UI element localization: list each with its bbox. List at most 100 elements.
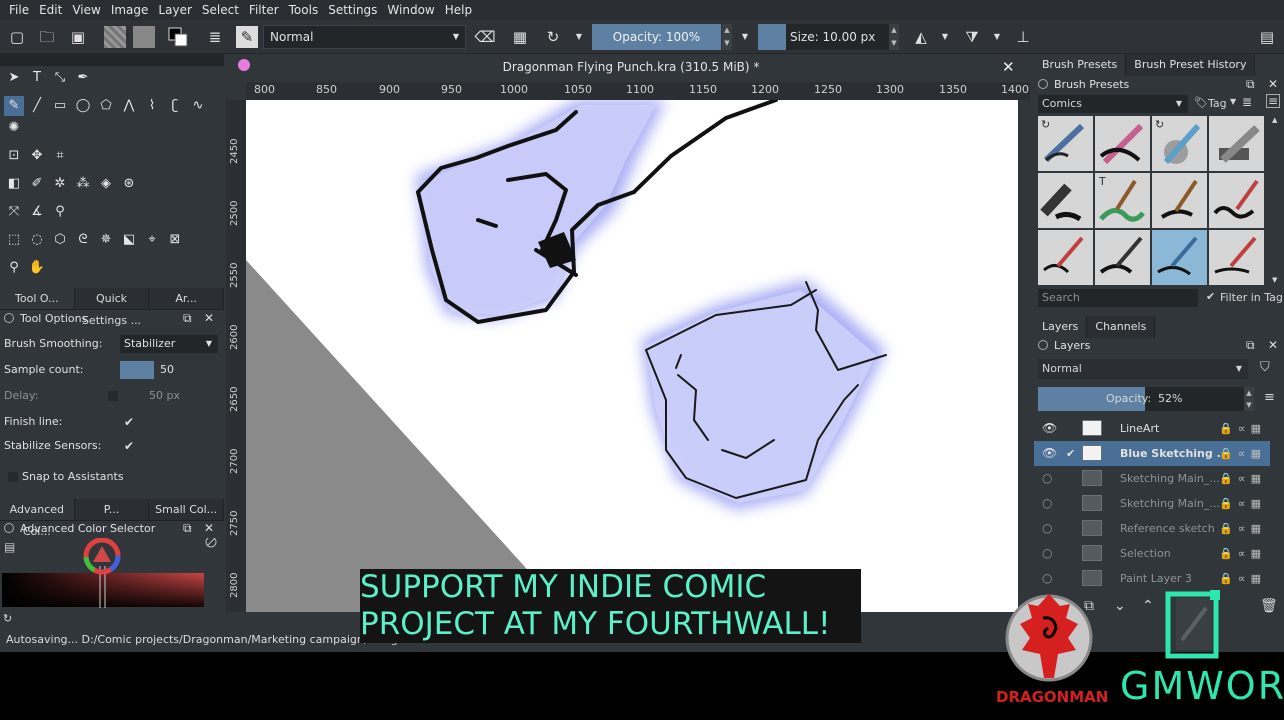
wrap-around-icon[interactable]: ⊥ bbox=[1012, 26, 1034, 48]
brush-smoothing-select[interactable]: Stabilizer ▼ bbox=[120, 335, 218, 353]
fg-bg-color-icon[interactable] bbox=[167, 26, 189, 48]
close-panel-icon[interactable]: ✕ bbox=[1268, 338, 1278, 352]
magnetic-select-icon[interactable]: ⊠ bbox=[165, 230, 185, 250]
chevron-down-icon[interactable]: ▼ bbox=[568, 26, 590, 48]
brush-preset-tile[interactable] bbox=[1209, 230, 1264, 285]
float-panel-icon[interactable]: ⧉ bbox=[183, 311, 192, 326]
colorize-mask-icon[interactable]: ⁂ bbox=[73, 174, 93, 194]
rect-select-icon[interactable]: ⬚ bbox=[4, 230, 24, 250]
gradient-tool-icon[interactable]: ◧ bbox=[4, 174, 24, 194]
sample-count-slider[interactable]: 50 bbox=[120, 361, 218, 379]
tab-brush-history[interactable]: Brush Preset History bbox=[1126, 54, 1256, 76]
color-selector[interactable]: ▤ bbox=[2, 538, 222, 610]
reference-tool-icon[interactable]: ⚲ bbox=[50, 202, 70, 222]
panel-lock-icon[interactable] bbox=[1038, 79, 1048, 89]
tab-layers[interactable]: Layers bbox=[1034, 316, 1088, 338]
filter-icon[interactable]: ⛉ bbox=[1260, 360, 1270, 375]
menu-image[interactable]: Image bbox=[106, 3, 154, 17]
color-wheel-icon[interactable] bbox=[2, 538, 222, 610]
size-spin[interactable]: ▲ ▼ bbox=[889, 24, 899, 50]
float-panel-icon[interactable]: ⧉ bbox=[183, 521, 192, 536]
layer-row[interactable]: ○ Selection 🔒∝▦ bbox=[1034, 541, 1270, 566]
layer-row-selected[interactable]: 👁 ✔ Blue Sketching ... 🔒∝▦ bbox=[1034, 441, 1270, 466]
chevron-down-icon[interactable]: ▼ bbox=[986, 26, 1008, 48]
eye-closed-icon[interactable]: ○ bbox=[1042, 516, 1052, 541]
select-shapes-icon[interactable]: ➤ bbox=[4, 68, 24, 88]
opacity-spin[interactable]: ▲ ▼ bbox=[722, 24, 732, 50]
brush-preset-tile[interactable]: ↻ bbox=[1038, 116, 1093, 171]
menu-window[interactable]: Window bbox=[382, 3, 439, 17]
brush-preset-tile[interactable] bbox=[1209, 173, 1264, 228]
tag-filter-select[interactable]: Comics ▼ bbox=[1038, 95, 1188, 113]
tab-small-color[interactable]: Small Col... bbox=[149, 499, 225, 520]
rectangle-tool-icon[interactable]: ▭ bbox=[50, 96, 70, 116]
brush-preset-tile[interactable] bbox=[1209, 116, 1264, 171]
tab-palette[interactable]: P... bbox=[75, 499, 150, 520]
workspace-icon[interactable]: ▤ bbox=[1256, 26, 1278, 48]
brush-preset-tile[interactable]: T bbox=[1095, 173, 1150, 228]
save-icon[interactable]: ▣ bbox=[67, 26, 89, 48]
layer-row[interactable]: 👁 LineArt 🔒∝▦ bbox=[1034, 416, 1270, 441]
layer-menu-icon[interactable]: ≡ bbox=[1264, 390, 1275, 405]
freehand-select-icon[interactable]: ᘓ bbox=[73, 230, 93, 250]
reload-preset-icon[interactable]: ↻ bbox=[542, 26, 564, 48]
close-document-icon[interactable]: ✕ bbox=[1002, 58, 1015, 76]
layer-row[interactable]: ○ Reference sketch 🔒∝▦ bbox=[1034, 516, 1270, 541]
open-folder-icon[interactable]: 🗀 bbox=[36, 26, 58, 48]
menu-layer[interactable]: Layer bbox=[153, 3, 196, 17]
layer-lock-icons[interactable]: 🔒∝▦ bbox=[1219, 416, 1266, 441]
color-picker-icon[interactable]: ✐ bbox=[27, 174, 47, 194]
menu-select[interactable]: Select bbox=[197, 3, 244, 17]
line-tool-icon[interactable]: ╱ bbox=[27, 96, 47, 116]
panel-lock-icon[interactable] bbox=[1038, 340, 1048, 350]
menu-tools[interactable]: Tools bbox=[284, 3, 324, 17]
gradient-pattern-icon[interactable] bbox=[104, 26, 126, 48]
mirror-vertical-icon[interactable]: ⧩ bbox=[961, 26, 983, 48]
tab-channels[interactable]: Channels bbox=[1087, 316, 1156, 338]
close-panel-icon[interactable]: ✕ bbox=[204, 311, 214, 325]
size-swatch[interactable] bbox=[758, 24, 786, 50]
layer-lock-icons[interactable]: 🔒∝▦ bbox=[1219, 566, 1266, 591]
contiguous-select-icon[interactable]: ✵ bbox=[96, 230, 116, 250]
brush-search-input[interactable]: Search bbox=[1038, 289, 1198, 307]
crop-tool-icon[interactable]: ⊡ bbox=[4, 146, 24, 166]
list-view-icon[interactable]: ≣ bbox=[1242, 95, 1252, 109]
menu-file[interactable]: File bbox=[4, 3, 34, 17]
polygon-tool-icon[interactable]: ⬠ bbox=[96, 96, 116, 116]
polygon-select-icon[interactable]: ⬡ bbox=[50, 230, 70, 250]
freehand-path-icon[interactable]: ʗ bbox=[165, 96, 185, 116]
pattern-icon[interactable] bbox=[133, 26, 155, 48]
brush-preset-tile[interactable] bbox=[1095, 116, 1150, 171]
filter-in-tag-checkbox[interactable]: ✔ bbox=[1206, 290, 1215, 303]
ellipse-select-icon[interactable]: ◌ bbox=[27, 230, 47, 250]
layer-lock-icons[interactable]: 🔒∝▦ bbox=[1219, 491, 1266, 516]
snap-checkbox[interactable] bbox=[8, 472, 18, 482]
layer-row[interactable]: ○ Sketching Main_... 🔒∝▦ bbox=[1034, 491, 1270, 516]
fill-tool-icon[interactable]: ◈ bbox=[96, 174, 116, 194]
layer-lock-icons[interactable]: 🔒∝▦ bbox=[1219, 541, 1266, 566]
polyline-tool-icon[interactable]: ⋀ bbox=[119, 96, 139, 116]
float-panel-icon[interactable]: ⧉ bbox=[1246, 338, 1255, 353]
tag-icon[interactable]: 🏷 bbox=[1194, 96, 1208, 109]
eye-icon[interactable]: 👁 bbox=[1042, 416, 1057, 441]
calligraphy-icon[interactable]: ✒ bbox=[73, 68, 93, 88]
mirror-horizontal-icon[interactable]: ◭ bbox=[910, 26, 932, 48]
layer-lock-icons[interactable]: 🔒∝▦ bbox=[1219, 516, 1266, 541]
menu-help[interactable]: Help bbox=[440, 3, 477, 17]
brush-preset-tile[interactable] bbox=[1152, 173, 1207, 228]
refresh-icon[interactable]: ↻ bbox=[3, 612, 12, 625]
layer-row[interactable]: ○ Sketching Main_... 🔒∝▦ bbox=[1034, 466, 1270, 491]
ellipse-tool-icon[interactable]: ◯ bbox=[73, 96, 93, 116]
brush-preset-tile[interactable] bbox=[1038, 230, 1093, 285]
brush-preset-icon[interactable]: ✎ bbox=[236, 26, 258, 48]
eye-icon[interactable]: 👁 bbox=[1042, 441, 1057, 466]
close-panel-icon[interactable]: ✕ bbox=[1268, 77, 1278, 91]
bezier-tool-icon[interactable]: ⌇ bbox=[142, 96, 162, 116]
panel-lock-icon[interactable] bbox=[4, 523, 14, 533]
bezier-select-icon[interactable]: ⌖ bbox=[142, 230, 162, 250]
scroll-down-icon[interactable]: ▼ bbox=[1272, 276, 1277, 284]
scroll-up-icon[interactable]: ▲ bbox=[1272, 116, 1277, 124]
pan-tool-icon[interactable]: ✋ bbox=[27, 258, 47, 278]
text-tool-icon[interactable]: T bbox=[27, 68, 47, 88]
chevron-down-icon[interactable]: ▼ bbox=[1230, 97, 1236, 106]
